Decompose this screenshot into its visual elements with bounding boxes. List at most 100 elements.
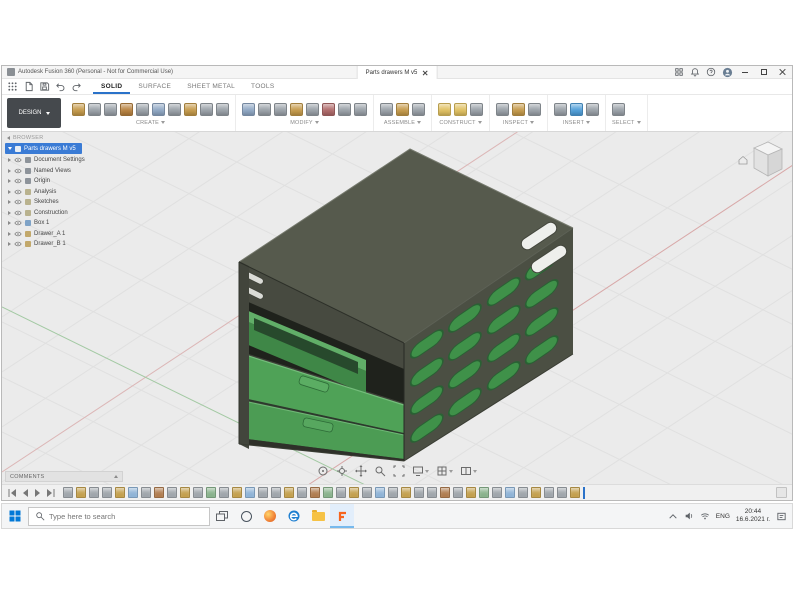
- create-tool-icon[interactable]: [120, 103, 133, 116]
- inspect-tool-icon[interactable]: [512, 103, 525, 116]
- timeline-feature-icon[interactable]: [427, 487, 437, 498]
- expand-caret-icon[interactable]: [8, 221, 11, 225]
- visibility-eye-icon[interactable]: [14, 241, 22, 247]
- visibility-eye-icon[interactable]: [14, 220, 22, 226]
- browser-item[interactable]: Sketches: [5, 197, 137, 208]
- expand-caret-icon[interactable]: [8, 242, 11, 246]
- timeline-feature-icon[interactable]: [401, 487, 411, 498]
- timeline-feature-icon[interactable]: [89, 487, 99, 498]
- data-panel-icon[interactable]: [5, 80, 19, 93]
- inspect-tool-icon[interactable]: [528, 103, 541, 116]
- search-input[interactable]: [49, 512, 189, 521]
- browser-item[interactable]: Drawer_A 1: [5, 229, 137, 240]
- assemble-tool-icon[interactable]: [396, 103, 409, 116]
- modify-tool-icon[interactable]: [338, 103, 351, 116]
- timeline-feature-icon[interactable]: [388, 487, 398, 498]
- browser-item[interactable]: Analysis: [5, 187, 137, 198]
- visibility-eye-icon[interactable]: [14, 178, 22, 184]
- firefox-button[interactable]: [258, 504, 282, 528]
- collapse-caret-icon[interactable]: [8, 147, 12, 150]
- select-tool-icon[interactable]: [612, 103, 625, 116]
- browser-header[interactable]: BROWSER: [5, 134, 137, 142]
- go-to-start-icon[interactable]: [7, 488, 17, 498]
- action-center-icon[interactable]: [776, 511, 787, 522]
- go-to-end-icon[interactable]: [46, 488, 56, 498]
- grid-snap-icon[interactable]: [436, 465, 453, 477]
- start-button[interactable]: [2, 504, 28, 528]
- browser-item[interactable]: Drawer_B 1: [5, 239, 137, 250]
- create-tool-icon[interactable]: [184, 103, 197, 116]
- modify-tool-icon[interactable]: [306, 103, 319, 116]
- timeline-position-marker[interactable]: [583, 487, 585, 499]
- modify-tool-icon[interactable]: [242, 103, 255, 116]
- timeline-feature-icon[interactable]: [141, 487, 151, 498]
- create-tool-icon[interactable]: [104, 103, 117, 116]
- visibility-eye-icon[interactable]: [14, 199, 22, 205]
- view-cube[interactable]: [736, 138, 786, 192]
- timeline-feature-icon[interactable]: [570, 487, 580, 498]
- timeline-feature-icon[interactable]: [375, 487, 385, 498]
- timeline-feature-icon[interactable]: [518, 487, 528, 498]
- extensions-icon[interactable]: [673, 66, 685, 78]
- timeline-feature-icon[interactable]: [63, 487, 73, 498]
- notifications-bell-icon[interactable]: [689, 66, 701, 78]
- expand-caret-icon[interactable]: [8, 200, 11, 204]
- volume-icon[interactable]: [684, 511, 694, 521]
- modify-tool-icon[interactable]: [354, 103, 367, 116]
- timeline-feature-icon[interactable]: [115, 487, 125, 498]
- create-tool-icon[interactable]: [72, 103, 85, 116]
- help-icon[interactable]: [705, 66, 717, 78]
- tab-surface[interactable]: SURFACE: [130, 79, 179, 94]
- timeline-feature-icon[interactable]: [271, 487, 281, 498]
- timeline-feature-icon[interactable]: [466, 487, 476, 498]
- file-explorer-button[interactable]: [306, 504, 330, 528]
- timeline-feature-icon[interactable]: [193, 487, 203, 498]
- visibility-eye-icon[interactable]: [14, 157, 22, 163]
- expand-caret-icon[interactable]: [8, 190, 11, 194]
- expand-caret-icon[interactable]: [8, 158, 11, 162]
- inspect-menu[interactable]: INSPECT: [496, 120, 541, 126]
- design-workspace-dropdown[interactable]: DESIGN: [7, 98, 61, 128]
- inspect-tool-icon[interactable]: [496, 103, 509, 116]
- timeline-feature-icon[interactable]: [505, 487, 515, 498]
- visibility-eye-icon[interactable]: [14, 210, 22, 216]
- timeline-feature-icon[interactable]: [479, 487, 489, 498]
- network-icon[interactable]: [700, 511, 710, 521]
- close-tab-icon[interactable]: [422, 70, 428, 76]
- construct-tool-icon[interactable]: [470, 103, 483, 116]
- maximize-button[interactable]: [756, 66, 771, 78]
- zoom-icon[interactable]: [374, 465, 386, 477]
- timeline-feature-icon[interactable]: [284, 487, 294, 498]
- timeline-feature-icon[interactable]: [440, 487, 450, 498]
- assemble-tool-icon[interactable]: [380, 103, 393, 116]
- display-settings-icon[interactable]: [412, 465, 429, 477]
- save-icon[interactable]: [37, 80, 51, 93]
- edge-button[interactable]: [282, 504, 306, 528]
- timeline-feature-icon[interactable]: [310, 487, 320, 498]
- construct-tool-icon[interactable]: [454, 103, 467, 116]
- step-back-icon[interactable]: [20, 488, 30, 498]
- browser-item[interactable]: Document Settings: [5, 155, 137, 166]
- modify-tool-icon[interactable]: [322, 103, 335, 116]
- modify-tool-icon[interactable]: [274, 103, 287, 116]
- redo-icon[interactable]: [69, 80, 83, 93]
- timeline-feature-icon[interactable]: [245, 487, 255, 498]
- timeline-feature-icon[interactable]: [154, 487, 164, 498]
- close-button[interactable]: [775, 66, 790, 78]
- document-tab[interactable]: Parts drawers M v5: [357, 66, 438, 79]
- modify-tool-icon[interactable]: [258, 103, 271, 116]
- timeline-feature-icon[interactable]: [232, 487, 242, 498]
- look-at-icon[interactable]: [336, 465, 348, 477]
- timeline-feature-icon[interactable]: [128, 487, 138, 498]
- expand-caret-icon[interactable]: [8, 211, 11, 215]
- timeline-feature-icon[interactable]: [219, 487, 229, 498]
- visibility-eye-icon[interactable]: [14, 189, 22, 195]
- create-tool-icon[interactable]: [88, 103, 101, 116]
- undo-icon[interactable]: [53, 80, 67, 93]
- expand-caret-icon[interactable]: [8, 232, 11, 236]
- assemble-menu[interactable]: ASSEMBLE: [380, 120, 425, 126]
- task-view-button[interactable]: [210, 504, 234, 528]
- create-tool-icon[interactable]: [200, 103, 213, 116]
- visibility-eye-icon[interactable]: [14, 231, 22, 237]
- timeline-feature-icon[interactable]: [349, 487, 359, 498]
